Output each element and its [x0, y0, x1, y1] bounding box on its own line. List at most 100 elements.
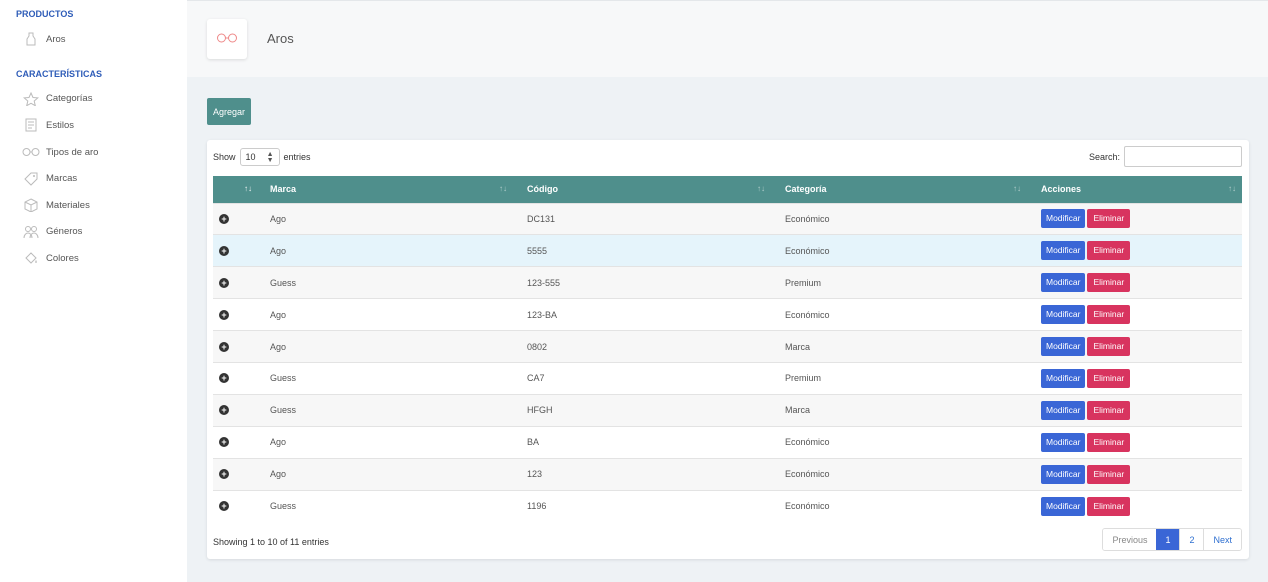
expand-plus-icon[interactable]: +: [219, 341, 229, 352]
users-icon: [22, 225, 40, 239]
expand-plus-icon[interactable]: +: [219, 245, 229, 256]
cell-acciones: Modificar Eliminar: [1027, 235, 1242, 267]
sidebar-item-label: Tipos de aro: [46, 146, 99, 158]
expand-cell[interactable]: +: [213, 394, 256, 426]
expand-plus-icon[interactable]: +: [219, 501, 229, 512]
sidebar: PRODUCTOS Aros CARACTERÍSTICAS Categoría…: [0, 0, 187, 582]
table-row[interactable]: + Guess HFGH Marca Modificar Eliminar: [213, 394, 1242, 427]
delete-button[interactable]: Eliminar: [1087, 496, 1131, 516]
table-row[interactable]: + Guess 1196 Económico Modificar Eliminar: [213, 490, 1242, 522]
table-row[interactable]: + Ago DC131 Económico Modificar Eliminar: [213, 203, 1242, 235]
cell-acciones: Modificar Eliminar: [1027, 394, 1242, 426]
box-icon: [22, 198, 40, 213]
expand-cell[interactable]: +: [213, 490, 256, 522]
add-button[interactable]: Agregar: [207, 98, 251, 125]
delete-button[interactable]: Eliminar: [1087, 209, 1131, 229]
cell-marca: Ago: [270, 309, 287, 320]
cell-acciones: Modificar Eliminar: [1027, 331, 1242, 363]
expand-plus-icon[interactable]: +: [219, 213, 229, 224]
cell-categoria: Marca: [785, 341, 811, 352]
column-header-codigo[interactable]: Código ↑↓: [513, 176, 771, 203]
table-row[interactable]: + Ago 123-BA Económico Modificar Eliminar: [213, 298, 1242, 331]
pagination-previous[interactable]: Previous: [1103, 529, 1157, 550]
modify-button[interactable]: Modificar: [1041, 432, 1086, 452]
sidebar-item-generos[interactable]: Géneros: [0, 219, 187, 246]
tag-icon: [22, 172, 40, 186]
pagination-next[interactable]: Next: [1203, 529, 1241, 550]
cell-codigo: DC131: [527, 213, 556, 224]
aros-table: ↑↓ Marca ↑↓ Código ↑↓ Categoría ↑↓ Acciones…: [213, 176, 1242, 522]
search-control: Search:: [1089, 146, 1242, 167]
cell-marca: Ago: [270, 245, 287, 256]
expand-cell[interactable]: +: [213, 235, 256, 267]
table-row[interactable]: + Ago 0802 Marca Modificar Eliminar: [213, 330, 1242, 363]
table-row[interactable]: + Guess 123-555 Premium Modificar Eliminar: [213, 266, 1242, 299]
table-row[interactable]: + Guess CA7 Premium Modificar Eliminar: [213, 362, 1242, 395]
modify-button[interactable]: Modificar: [1041, 400, 1086, 420]
entries-length-control: Show 10 ▲ ▼ entries: [213, 148, 311, 166]
cell-marca: Ago: [270, 213, 287, 224]
cell-codigo: CA7: [527, 373, 545, 384]
expand-plus-icon[interactable]: +: [219, 437, 229, 448]
star-icon: [22, 91, 40, 106]
modify-button[interactable]: Modificar: [1041, 305, 1086, 325]
table-row[interactable]: + Ago BA Económico Modificar Eliminar: [213, 426, 1242, 459]
page-logo: [207, 19, 247, 59]
sort-icon: ↑↓: [757, 184, 765, 193]
delete-button[interactable]: Eliminar: [1087, 464, 1131, 484]
modify-button[interactable]: Modificar: [1041, 273, 1086, 293]
sidebar-item-aros[interactable]: Aros: [0, 26, 187, 53]
modify-button[interactable]: Modificar: [1041, 464, 1086, 484]
cell-codigo: 0802: [527, 341, 548, 352]
modify-button[interactable]: Modificar: [1041, 496, 1086, 516]
table-row[interactable]: + Ago 123 Económico Modificar Eliminar: [213, 458, 1242, 491]
modify-button[interactable]: Modificar: [1041, 209, 1086, 229]
entries-select[interactable]: 10 ▲ ▼: [239, 148, 280, 166]
glasses-icon: [22, 145, 40, 159]
pagination: Previous 1 2 Next: [1102, 528, 1242, 551]
column-header-expand[interactable]: ↑↓: [213, 176, 256, 203]
delete-button[interactable]: Eliminar: [1087, 337, 1131, 356]
expand-cell[interactable]: +: [213, 267, 256, 299]
sidebar-item-tipos-de-aro[interactable]: Tipos de aro: [0, 139, 187, 166]
delete-button[interactable]: Eliminar: [1087, 273, 1131, 293]
pagination-page-2[interactable]: 2: [1179, 529, 1204, 550]
expand-plus-icon[interactable]: +: [219, 469, 229, 480]
sidebar-item-label: Colores: [46, 252, 79, 264]
modify-button[interactable]: Modificar: [1041, 241, 1086, 261]
delete-button[interactable]: Eliminar: [1087, 305, 1131, 325]
column-header-categoria[interactable]: Categoría ↑↓: [771, 176, 1027, 203]
expand-plus-icon[interactable]: +: [219, 405, 229, 416]
expand-cell[interactable]: +: [213, 362, 256, 394]
cell-codigo: BA: [527, 437, 540, 448]
sidebar-item-categorias[interactable]: Categorías: [0, 86, 187, 113]
expand-cell[interactable]: +: [213, 458, 256, 490]
expand-cell[interactable]: +: [213, 331, 256, 363]
delete-button[interactable]: Eliminar: [1087, 400, 1131, 420]
delete-button[interactable]: Eliminar: [1087, 368, 1131, 388]
sort-updown-icon: ▲ ▼: [266, 151, 274, 164]
column-header-acciones[interactable]: Acciones ↑↓: [1027, 176, 1242, 203]
cell-categoria: Económico: [785, 309, 830, 320]
sidebar-item-label: Estilos: [46, 119, 74, 131]
modify-button[interactable]: Modificar: [1041, 368, 1086, 388]
pagination-page-1[interactable]: 1: [1156, 529, 1180, 550]
expand-plus-icon[interactable]: +: [219, 309, 229, 320]
expand-plus-icon[interactable]: +: [219, 373, 229, 384]
delete-button[interactable]: Eliminar: [1087, 432, 1131, 452]
sidebar-item-estilos[interactable]: Estilos: [0, 112, 187, 139]
table-row[interactable]: + Ago 5555 Económico Modificar Eliminar: [213, 234, 1242, 267]
sidebar-item-colores[interactable]: Colores: [0, 245, 187, 272]
expand-cell[interactable]: +: [213, 299, 256, 331]
expand-plus-icon[interactable]: +: [219, 277, 229, 288]
table-header-row: ↑↓ Marca ↑↓ Código ↑↓ Categoría ↑↓ Acciones…: [213, 176, 1242, 203]
expand-cell[interactable]: +: [213, 426, 256, 458]
expand-cell[interactable]: +: [213, 203, 256, 235]
search-input[interactable]: [1124, 146, 1242, 167]
column-header-marca[interactable]: Marca ↑↓: [256, 176, 513, 203]
modify-button[interactable]: Modificar: [1041, 337, 1086, 356]
sidebar-item-materiales[interactable]: Materiales: [0, 192, 187, 219]
delete-button[interactable]: Eliminar: [1087, 241, 1131, 261]
sidebar-item-marcas[interactable]: Marcas: [0, 165, 187, 192]
cell-categoria: Marca: [785, 405, 811, 416]
